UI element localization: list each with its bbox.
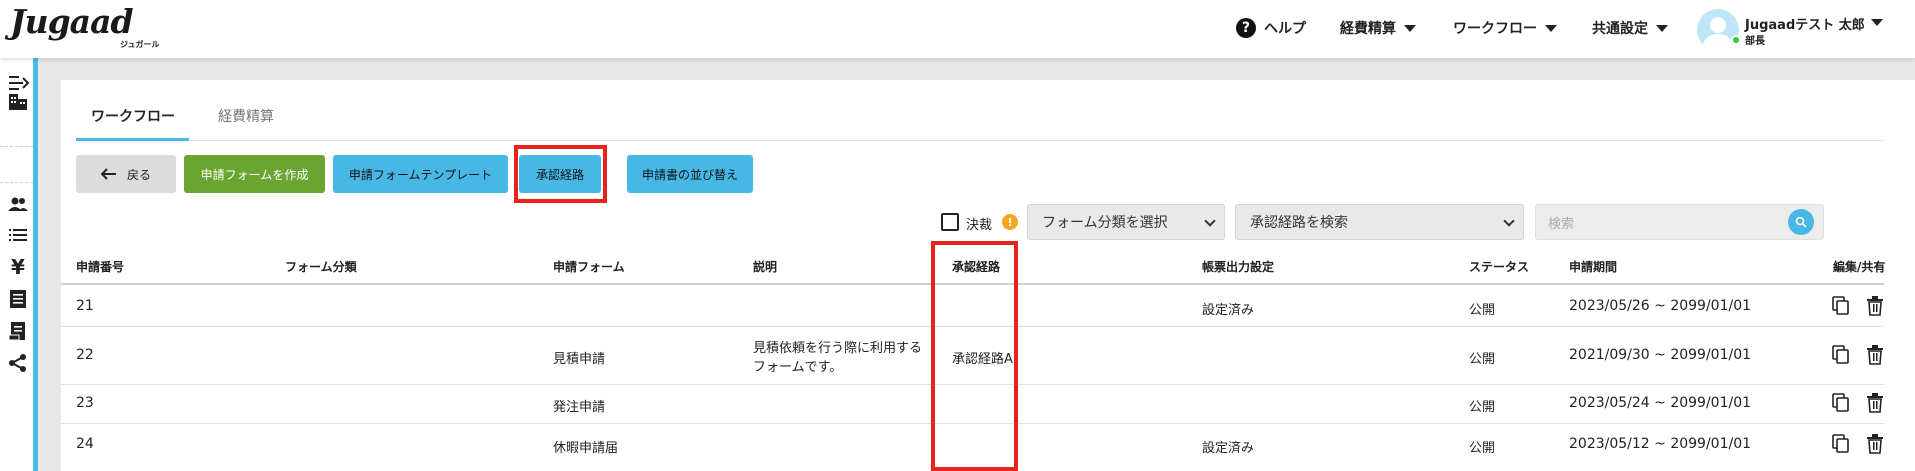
top-header: Jugaad ジュガール ? ヘルプ 経費精算 ワークフロー 共通設定 Juga… [0, 0, 1915, 58]
approved-label: 決裁 [966, 218, 993, 233]
copy-icon[interactable] [1832, 434, 1850, 454]
nav-expense-menu[interactable]: 経費精算 [1340, 18, 1416, 38]
help-link[interactable]: ? ヘルプ [1236, 18, 1306, 38]
nav-workflow-menu[interactable]: ワークフロー [1453, 18, 1557, 38]
help-label: ヘルプ [1264, 21, 1306, 37]
search-button[interactable] [1788, 209, 1814, 235]
approval-route-select[interactable]: 承認経路を検索 [1235, 204, 1524, 240]
col-header-output-setting: 帳票出力設定 [1202, 260, 1275, 274]
avatar-head-shape [1710, 17, 1726, 33]
cell-period: 2023/05/24 ~ 2099/01/01 [1569, 395, 1752, 411]
reorder-forms-button[interactable]: 申請書の並び替え [627, 155, 753, 193]
cell-status: 公開 [1469, 352, 1496, 367]
form-template-button[interactable]: 申請フォームテンプレート [333, 155, 508, 193]
share-icon[interactable] [7, 352, 29, 374]
tab-divider [76, 140, 1884, 141]
copy-icon[interactable] [1832, 393, 1850, 413]
chevron-down-icon [1503, 215, 1515, 227]
approved-checkbox[interactable] [941, 213, 959, 231]
arrow-left-icon [100, 168, 116, 180]
receipt-icon[interactable] [7, 288, 29, 310]
search-input[interactable]: 検索 [1535, 204, 1824, 240]
caret-down-icon [1545, 24, 1557, 32]
trash-icon[interactable] [1866, 393, 1884, 413]
cell-form: 見積申請 [553, 352, 606, 367]
highlight-box-approval-column [931, 241, 1018, 471]
sidebar-divider [0, 146, 33, 147]
cell-id: 24 [76, 436, 94, 452]
caret-down-icon [1404, 24, 1416, 32]
logo-subtext: ジュガール [120, 40, 160, 49]
nav-expense-label: 経費精算 [1340, 21, 1396, 37]
sidebar-divider [0, 182, 33, 183]
form-template-label: 申請フォームテンプレート [348, 167, 493, 182]
col-header-category: フォーム分類 [285, 260, 357, 274]
col-header-period: 申請期間 [1569, 260, 1618, 274]
cell-id: 23 [76, 395, 94, 411]
question-circle-icon: ? [1236, 18, 1256, 38]
user-menu-caret-icon[interactable] [1871, 19, 1883, 26]
user-avatar[interactable] [1697, 9, 1739, 51]
main-card: ワークフロー 経費精算 戻る 申請フォームを作成 申請フォームテンプレート 承認… [61, 80, 1915, 471]
form-category-value: フォーム分類を選択 [1042, 215, 1168, 231]
search-placeholder: 検索 [1548, 216, 1575, 232]
logo-text: Jugaad [10, 2, 134, 41]
copy-icon[interactable] [1832, 296, 1850, 316]
cell-id: 21 [76, 298, 94, 314]
building-icon[interactable] [7, 90, 29, 112]
tab-workflow[interactable]: ワークフロー [91, 106, 175, 126]
user-role: 部長 [1745, 36, 1765, 47]
highlight-box-approval-button [514, 145, 607, 203]
jugaad-logo[interactable]: Jugaad ジュガール [10, 2, 170, 50]
reorder-forms-label: 申請書の並び替え [641, 167, 738, 182]
user-name[interactable]: Jugaadテスト 太郎 [1745, 14, 1865, 33]
trash-icon[interactable] [1866, 345, 1884, 365]
col-header-status: ステータス [1469, 260, 1530, 274]
info-icon[interactable]: ! [1002, 214, 1018, 230]
cell-form: 発注申請 [553, 400, 606, 415]
cell-status: 公開 [1469, 400, 1496, 415]
col-header-form: 申請フォーム [553, 260, 625, 274]
tab-expense[interactable]: 経費精算 [218, 106, 274, 126]
nav-workflow-label: ワークフロー [1453, 21, 1537, 37]
cell-description-line1: 見積依頼を行う際に利用する [753, 341, 923, 356]
col-header-edit-share: 編集/共有 [1833, 260, 1886, 274]
online-status-icon [1731, 35, 1741, 45]
active-tab-indicator [76, 138, 189, 141]
trash-icon[interactable] [1866, 434, 1884, 454]
list-icon[interactable] [7, 224, 29, 246]
approval-route-value: 承認経路を検索 [1250, 215, 1348, 231]
users-icon[interactable] [7, 193, 29, 215]
cell-description-line2: フォームです。 [753, 360, 843, 375]
form-category-select[interactable]: フォーム分類を選択 [1027, 204, 1225, 240]
document-icon[interactable] [7, 320, 29, 342]
yen-icon[interactable]: ¥ [7, 255, 29, 279]
cell-form: 休暇申請届 [553, 441, 619, 456]
chevron-down-icon [1204, 215, 1216, 227]
cell-output-setting: 設定済み [1202, 303, 1255, 318]
sidebar: ¥ [0, 58, 38, 471]
cell-id: 22 [76, 347, 94, 363]
create-form-label: 申請フォームを作成 [200, 167, 309, 182]
create-form-button[interactable]: 申請フォームを作成 [184, 155, 325, 193]
copy-icon[interactable] [1832, 345, 1850, 365]
back-button[interactable]: 戻る [76, 155, 176, 193]
col-header-description: 説明 [753, 260, 778, 274]
cell-period: 2023/05/12 ~ 2099/01/01 [1569, 436, 1752, 452]
cell-status: 公開 [1469, 303, 1496, 318]
caret-down-icon [1656, 24, 1668, 32]
nav-settings-menu[interactable]: 共通設定 [1592, 18, 1668, 38]
cell-status: 公開 [1469, 441, 1496, 456]
avatar-body-shape [1703, 34, 1733, 51]
trash-icon[interactable] [1866, 296, 1884, 316]
search-icon [1795, 216, 1807, 228]
nav-settings-label: 共通設定 [1592, 21, 1648, 37]
col-header-id: 申請番号 [76, 260, 125, 274]
cell-period: 2023/05/26 ~ 2099/01/01 [1569, 298, 1752, 314]
cell-period: 2021/09/30 ~ 2099/01/01 [1569, 347, 1752, 363]
back-button-label: 戻る [126, 167, 151, 182]
cell-output-setting: 設定済み [1202, 441, 1255, 456]
